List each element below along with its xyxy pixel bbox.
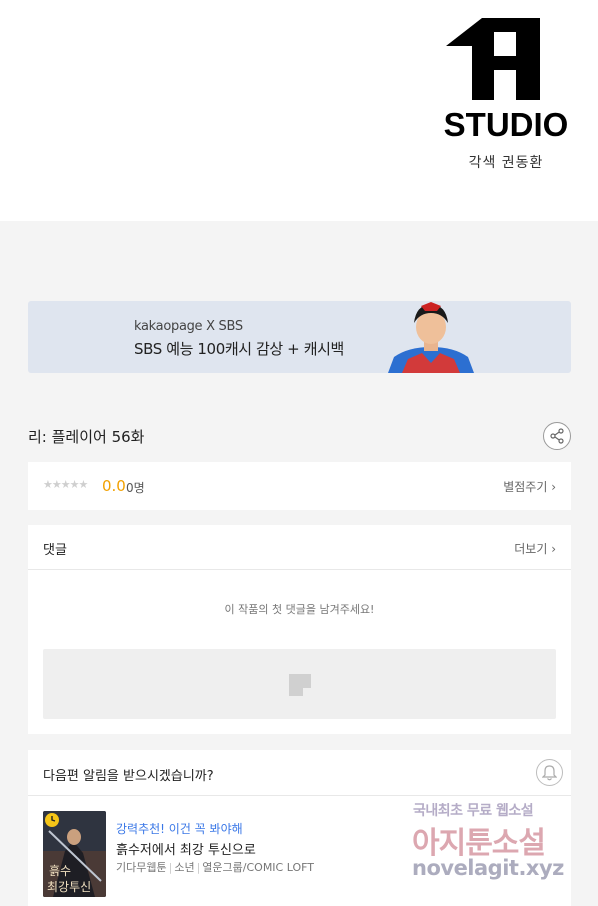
credit-text: 각색 권동환 (468, 155, 544, 171)
share-icon (550, 428, 564, 444)
recommend-meta-author: 열운그룹/COMIC LOFT (202, 861, 314, 874)
recommend-meta-type: 기다무웹툰 (116, 861, 167, 874)
notification-bell-button[interactable] (536, 759, 563, 786)
recommend-headline: 강력추천! 이건 꼭 봐야해 (116, 822, 243, 836)
recommend-meta-genre: 소년 (174, 861, 195, 874)
comment-header: 댓글 더보기 › (28, 525, 571, 570)
banner-line2: SBS 예능 100캐시 감상 + 캐시백 (134, 340, 344, 358)
recommend-meta: 기다무웹툰 | 소년 | 열운그룹/COMIC LOFT (116, 861, 314, 874)
studio-header: STUDIO 각색 권동환 (0, 0, 598, 221)
bell-icon (542, 764, 557, 780)
watermark-line3: novelagit.xyz (412, 856, 564, 880)
svg-text:흙수: 흙수 (49, 864, 71, 878)
episode-title: 리: 플레이어 56화 (28, 428, 145, 446)
recommend-thumbnail[interactable]: 흙수 최강투신 (43, 811, 106, 897)
star-rating-icon: ★★★★★ (43, 478, 88, 491)
comment-empty-message: 이 작품의 첫 댓글을 남겨주세요! (224, 603, 375, 616)
banner-person-image (388, 302, 474, 373)
promo-banner[interactable]: kakaopage X SBS SBS 예능 100캐시 감상 + 캐시백 (28, 301, 571, 373)
rate-button[interactable]: 별점주기 › (503, 478, 556, 495)
comments-more-button[interactable]: 더보기 › (514, 540, 556, 557)
comment-section: 댓글 더보기 › 이 작품의 첫 댓글을 남겨주세요! (28, 525, 571, 734)
comment-title: 댓글 (43, 543, 67, 558)
share-button[interactable] (543, 422, 571, 450)
recommend-title[interactable]: 흙수저에서 최강 투신으로 (116, 839, 256, 858)
rating-count: 0명 (126, 481, 145, 495)
comment-placeholder-icon (289, 674, 311, 696)
svg-text:최강투신: 최강투신 (47, 880, 91, 894)
rating-card: ★★★★★ 0.0 0명 별점주기 › (28, 462, 571, 510)
comment-input[interactable] (43, 649, 556, 719)
rating-score: 0.0 (102, 477, 126, 495)
notification-question: 다음편 알림을 받으시겠습니까? (43, 769, 214, 784)
notification-header: 다음편 알림을 받으시겠습니까? (28, 750, 571, 796)
site-watermark: 국내최초 무료 웹소설 아지툰소설 novelagit.xyz (410, 798, 578, 890)
banner-line1: kakaopage X SBS (134, 319, 243, 334)
recommend-cover-image: 흙수 최강투신 (43, 811, 106, 897)
watermark-line1: 국내최초 무료 웹소설 (413, 803, 534, 819)
logo-text: STUDIO (444, 106, 568, 140)
studio-logo: STUDIO (444, 18, 568, 140)
